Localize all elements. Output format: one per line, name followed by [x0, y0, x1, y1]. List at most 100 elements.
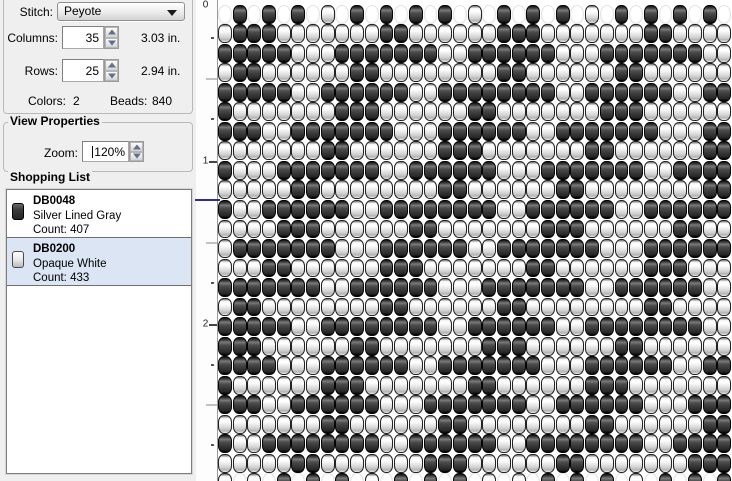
- bead[interactable]: [291, 160, 306, 180]
- bead[interactable]: [599, 160, 614, 180]
- bead[interactable]: [673, 121, 688, 141]
- bead[interactable]: [320, 121, 335, 141]
- bead[interactable]: [423, 336, 438, 356]
- bead[interactable]: [276, 473, 291, 481]
- bead[interactable]: [320, 278, 335, 297]
- bead[interactable]: [614, 258, 629, 278]
- bead[interactable]: [218, 375, 232, 395]
- bead[interactable]: [570, 434, 585, 454]
- bead[interactable]: [511, 317, 526, 336]
- bead[interactable]: [482, 24, 497, 44]
- bead[interactable]: [262, 121, 276, 141]
- bead[interactable]: [482, 336, 497, 356]
- bead[interactable]: [629, 473, 644, 481]
- bead[interactable]: [452, 82, 467, 102]
- bead[interactable]: [643, 121, 658, 141]
- bead[interactable]: [276, 121, 291, 141]
- bead[interactable]: [673, 24, 688, 44]
- bead[interactable]: [614, 180, 629, 200]
- bead[interactable]: [658, 24, 673, 44]
- bead[interactable]: [247, 356, 262, 376]
- bead[interactable]: [497, 121, 511, 141]
- bead[interactable]: [306, 356, 320, 376]
- bead[interactable]: [702, 453, 717, 473]
- bead[interactable]: [658, 356, 673, 376]
- bead[interactable]: [702, 4, 717, 24]
- bead[interactable]: [541, 141, 555, 161]
- bead[interactable]: [232, 82, 247, 102]
- bead[interactable]: [364, 141, 379, 161]
- bead[interactable]: [467, 278, 482, 297]
- bead[interactable]: [232, 24, 247, 44]
- bead[interactable]: [658, 414, 673, 434]
- bead[interactable]: [262, 43, 276, 63]
- bead[interactable]: [394, 336, 409, 356]
- bead[interactable]: [614, 278, 629, 297]
- bead[interactable]: [526, 414, 541, 434]
- bead[interactable]: [467, 317, 482, 336]
- bead[interactable]: [497, 395, 511, 415]
- bead[interactable]: [232, 434, 247, 454]
- bead[interactable]: [658, 473, 673, 481]
- bead[interactable]: [511, 239, 526, 258]
- bead[interactable]: [364, 336, 379, 356]
- bead[interactable]: [541, 121, 555, 141]
- bead[interactable]: [555, 121, 570, 141]
- bead[interactable]: [423, 102, 438, 122]
- bead[interactable]: [629, 317, 644, 336]
- bead[interactable]: [555, 102, 570, 122]
- bead[interactable]: [394, 278, 409, 297]
- bead[interactable]: [570, 141, 585, 161]
- bead[interactable]: [423, 141, 438, 161]
- bead[interactable]: [320, 375, 335, 395]
- bead[interactable]: [262, 434, 276, 454]
- bead[interactable]: [497, 375, 511, 395]
- bead[interactable]: [394, 199, 409, 219]
- bead[interactable]: [232, 414, 247, 434]
- bead[interactable]: [482, 258, 497, 278]
- bead[interactable]: [350, 297, 365, 317]
- bead[interactable]: [452, 297, 467, 317]
- bead[interactable]: [467, 180, 482, 200]
- bead[interactable]: [364, 82, 379, 102]
- bead[interactable]: [643, 278, 658, 297]
- zoom-spin-down-button[interactable]: [130, 151, 143, 161]
- bead[interactable]: [643, 219, 658, 239]
- bead[interactable]: [247, 414, 262, 434]
- bead[interactable]: [452, 356, 467, 376]
- bead[interactable]: [452, 239, 467, 258]
- bead[interactable]: [364, 434, 379, 454]
- bead[interactable]: [599, 453, 614, 473]
- bead[interactable]: [585, 434, 600, 454]
- bead[interactable]: [555, 297, 570, 317]
- bead[interactable]: [629, 121, 644, 141]
- bead[interactable]: [526, 141, 541, 161]
- bead[interactable]: [482, 63, 497, 83]
- bead[interactable]: [511, 375, 526, 395]
- bead[interactable]: [306, 239, 320, 258]
- bead[interactable]: [247, 297, 262, 317]
- bead[interactable]: [687, 336, 702, 356]
- bead[interactable]: [364, 199, 379, 219]
- bead[interactable]: [291, 141, 306, 161]
- bead[interactable]: [276, 219, 291, 239]
- bead[interactable]: [350, 43, 365, 63]
- bead[interactable]: [570, 199, 585, 219]
- bead[interactable]: [423, 395, 438, 415]
- bead[interactable]: [306, 278, 320, 297]
- bead[interactable]: [673, 375, 688, 395]
- bead[interactable]: [643, 180, 658, 200]
- bead[interactable]: [687, 43, 702, 63]
- bead[interactable]: [643, 102, 658, 122]
- bead[interactable]: [599, 63, 614, 83]
- bead[interactable]: [511, 121, 526, 141]
- bead[interactable]: [585, 395, 600, 415]
- bead[interactable]: [291, 317, 306, 336]
- bead[interactable]: [585, 375, 600, 395]
- bead[interactable]: [482, 180, 497, 200]
- bead[interactable]: [599, 102, 614, 122]
- bead[interactable]: [423, 219, 438, 239]
- bead[interactable]: [541, 180, 555, 200]
- bead[interactable]: [247, 141, 262, 161]
- bead[interactable]: [452, 141, 467, 161]
